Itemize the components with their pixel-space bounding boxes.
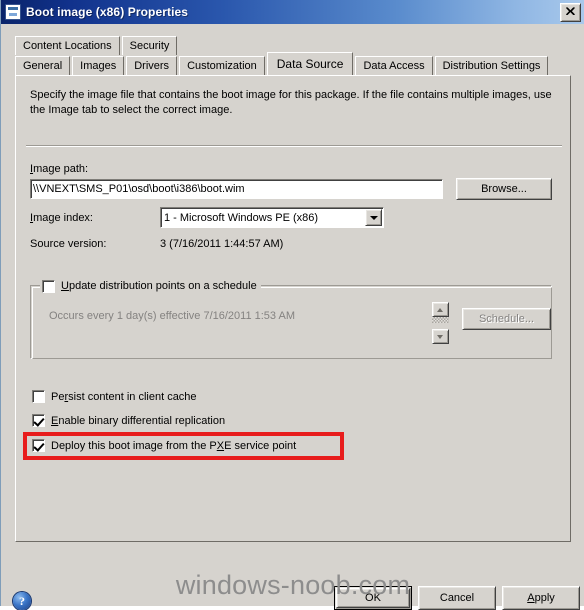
tab-content-locations[interactable]: Content Locations [15,36,120,55]
deploy-pxe-checkbox-row[interactable]: Deploy this boot image from the PXE serv… [32,439,296,452]
apply-button-label: Apply [527,592,555,604]
data-source-panel: Specify the image file that contains the… [15,75,571,542]
ok-button-label: OK [365,592,381,604]
tab-row-2: General Images Drivers Customization Dat… [15,52,571,75]
persist-content-label: Persist content in client cache [51,390,197,403]
image-index-value: 1 - Microsoft Windows PE (x86) [164,211,319,224]
title-bar: Boot image (x86) Properties [1,0,584,24]
tab-strip: Content Locations Security General Image… [15,34,571,75]
spinner-grip [432,317,449,323]
persist-content-checkbox-row[interactable]: Persist content in client cache [32,390,197,403]
browse-button-label: Browse... [481,183,527,195]
help-icon-glyph: ? [19,593,25,608]
tab-distribution-settings[interactable]: Distribution Settings [434,56,549,75]
image-path-input[interactable]: \\VNEXT\SMS_P01\osd\boot\i386\boot.wim [30,179,443,199]
update-schedule-groupbox: Update distribution points on a schedule… [30,278,552,359]
close-button[interactable] [560,2,581,22]
update-schedule-title: Update distribution points on a schedule [40,278,261,294]
binary-differential-checkbox[interactable] [32,414,45,427]
help-icon[interactable]: ? [13,592,31,610]
properties-dialog: Boot image (x86) Properties Content Loca… [0,0,584,610]
binary-differential-checkbox-row[interactable]: Enable binary differential replication [32,414,225,427]
apply-button[interactable]: Apply [502,586,580,610]
persist-content-checkbox[interactable] [32,390,45,403]
tab-data-source[interactable]: Data Source [266,52,354,75]
image-index-label: Image index: [30,212,93,224]
dialog-body: Content Locations Security General Image… [1,24,584,610]
deploy-pxe-label: Deploy this boot image from the PXE serv… [51,439,297,452]
window-properties-icon [5,4,21,20]
tab-data-access[interactable]: Data Access [355,56,433,75]
browse-button[interactable]: Browse... [456,178,552,200]
spinner-down-icon[interactable] [432,329,449,344]
spinner-up-icon[interactable] [432,302,449,317]
panel-separator [26,145,562,147]
tab-customization[interactable]: Customization [179,56,265,75]
panel-description: Specify the image file that contains the… [30,89,552,116]
image-path-label: Image path: [30,163,89,175]
cancel-button-label: Cancel [439,592,475,604]
image-index-combobox[interactable]: 1 - Microsoft Windows PE (x86) [160,207,384,228]
window-title: Boot image (x86) Properties [26,5,189,19]
update-distribution-points-label: Update distribution points on a schedule [61,280,257,292]
tab-security[interactable]: Security [121,36,178,55]
close-icon [566,6,575,15]
source-version-label: Source version: [30,238,107,250]
tab-drivers[interactable]: Drivers [126,56,178,75]
update-distribution-points-checkbox[interactable] [42,279,55,293]
schedule-button[interactable]: Schedule... [462,308,551,330]
deploy-pxe-checkbox[interactable] [32,439,45,452]
schedule-button-label: Schedule... [478,313,535,325]
chevron-down-icon[interactable] [365,209,382,226]
binary-differential-label: Enable binary differential replication [51,414,226,427]
schedule-description: Occurs every 1 day(s) effective 7/16/201… [49,310,295,322]
schedule-spinner[interactable] [432,302,449,344]
ok-button-inner: OK [336,588,410,608]
source-version-value: 3 (7/16/2011 1:44:57 AM) [160,238,284,250]
cancel-button[interactable]: Cancel [418,586,496,610]
tab-images[interactable]: Images [72,56,125,75]
tab-general[interactable]: General [15,56,71,75]
ok-button[interactable]: OK [334,586,412,610]
